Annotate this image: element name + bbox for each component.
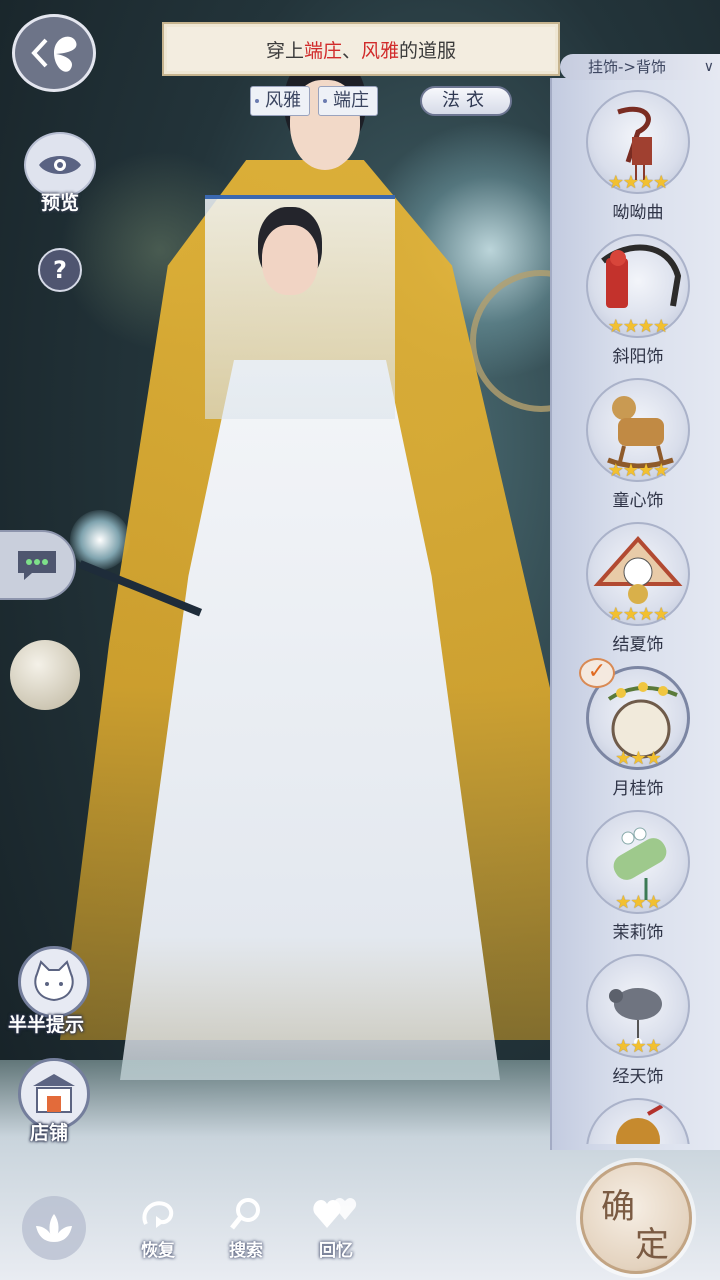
item-jiexiashi[interactable]: ★★★★ 结夏饰 (583, 522, 693, 655)
item-jingtianshi[interactable]: ★★★ 经天饰 (583, 954, 693, 1087)
item-disc (586, 1098, 690, 1144)
category-dropdown[interactable]: 挂饰->背饰 ∨ (560, 54, 720, 80)
fayi-tag[interactable]: 法衣 (420, 86, 512, 116)
memory-label: 回忆 (319, 1241, 353, 1261)
chat-button[interactable] (0, 530, 76, 600)
quest-keyword-2: 风雅 (361, 39, 400, 62)
memory-button[interactable]: 回忆 (304, 1196, 368, 1261)
eye-icon (39, 156, 81, 174)
tag-fengya: 风雅 (250, 86, 310, 116)
item-name: 经天饰 (612, 1067, 664, 1087)
hanging-lantern (10, 640, 80, 710)
category-label: 挂饰->背饰 (588, 58, 666, 76)
chat-bubble-icon (18, 551, 56, 580)
item-xieyangshi[interactable]: ★★★★ 斜阳饰 (583, 234, 693, 367)
chevron-down-icon: ∨ (703, 59, 714, 75)
item-molishi[interactable]: ★★★ 茉莉饰 (583, 810, 693, 943)
restore-button[interactable]: 恢复 (126, 1196, 190, 1261)
item-stars: ★★★★ (607, 460, 670, 481)
back-button[interactable] (12, 14, 96, 92)
item-gourd[interactable] (583, 1098, 693, 1144)
restore-icon (142, 1201, 174, 1228)
item-stars: ★★★ (615, 1036, 661, 1057)
item-stars: ★★★ (615, 892, 661, 913)
restore-label: 恢复 (141, 1241, 175, 1261)
quest-separator: 、 (341, 39, 361, 62)
style-tags: 风雅 端庄 (250, 86, 378, 116)
preview-label: 预览 (40, 192, 79, 214)
lotus-icon (36, 1214, 72, 1242)
selected-check-icon: ✓ (579, 658, 615, 688)
orb-light (70, 510, 130, 570)
confirm-char-2: 定 (635, 1225, 669, 1265)
item-stars: ★★★★ (607, 604, 670, 625)
item-name: 月桂饰 (612, 779, 664, 799)
hearts-icon (313, 1198, 357, 1228)
back-butterfly-icon (31, 36, 77, 72)
quest-banner: 穿上 端庄、风雅 的道服 (162, 22, 560, 76)
item-name: 结夏饰 (612, 635, 664, 655)
item-name: 斜阳饰 (612, 347, 664, 367)
child-face (262, 225, 318, 295)
quest-prefix: 穿上 (265, 39, 304, 62)
item-stars: ★★★★ (607, 172, 670, 193)
search-button[interactable]: 搜索 (214, 1196, 278, 1261)
lotus-button[interactable] (22, 1196, 86, 1260)
item-stars: ★★★★ (607, 316, 670, 337)
search-label: 搜索 (229, 1241, 263, 1261)
shop-stall-icon (33, 1074, 75, 1113)
item-yueguishi[interactable]: ✓ ★★★ 月桂饰 (579, 658, 693, 799)
item-stars: ★★★ (615, 748, 661, 769)
item-name: 呦呦曲 (612, 203, 664, 223)
item-name: 童心饰 (612, 491, 664, 511)
gourd-icon (616, 1104, 663, 1144)
hint-button[interactable] (18, 946, 90, 1018)
hint-label: 半半提示 (8, 1014, 85, 1036)
item-name: 茉莉饰 (612, 923, 664, 943)
item-youyouqu[interactable]: ★★★★ 呦呦曲 (583, 90, 693, 223)
confirm-char-1: 确 (601, 1187, 635, 1227)
item-tongxinshi[interactable]: ★★★★ 童心饰 (583, 378, 693, 511)
shop-label: 店铺 (30, 1122, 69, 1144)
search-icon (230, 1198, 260, 1230)
quest-suffix: 的道服 (399, 39, 457, 62)
cat-face-icon (34, 960, 74, 1002)
confirm-button[interactable]: 确 定 (580, 1162, 692, 1274)
help-button[interactable]: ? (38, 248, 82, 292)
quest-keyword-1: 端庄 (303, 39, 342, 62)
tag-duanzhuang: 端庄 (318, 86, 378, 116)
